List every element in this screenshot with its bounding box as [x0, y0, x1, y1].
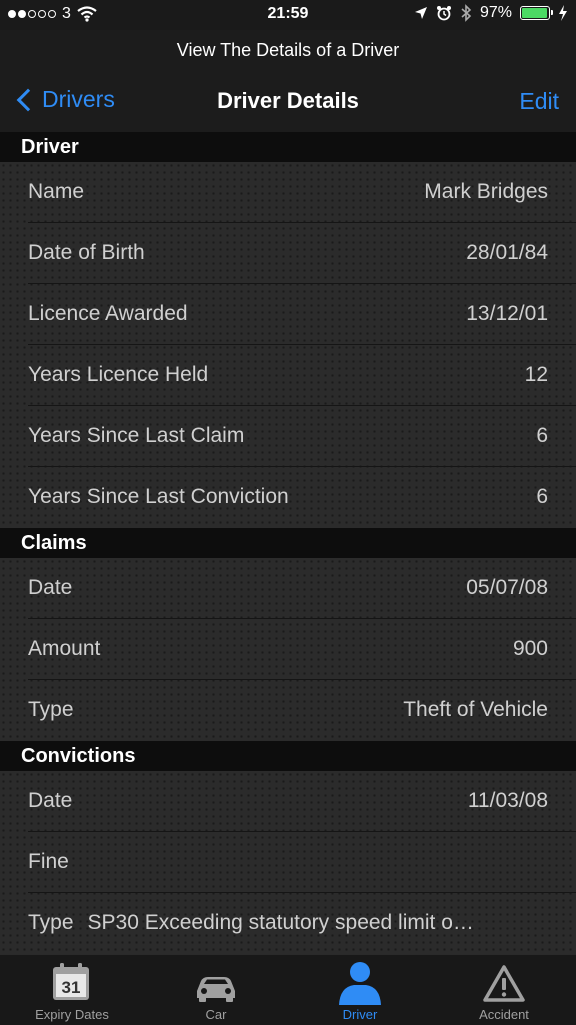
section-claims: Date 05/07/08 Amount 900 Type Theft of V… [0, 558, 576, 741]
row-label: Name [28, 180, 85, 203]
row-date-of-birth: Date of Birth 28/01/84 [0, 223, 576, 284]
battery-percent: 97% [479, 4, 512, 21]
row-value: 6 [536, 424, 548, 447]
row-conviction-type: Type SP30 Exceeding statutory speed limit… [0, 893, 576, 954]
row-value: 6 [536, 485, 548, 508]
row-label: Amount [28, 637, 101, 660]
section-header-driver: Driver [0, 132, 576, 162]
row-label: Date [28, 789, 73, 812]
charging-bolt-icon [559, 5, 567, 21]
tab-car[interactable]: Car [144, 955, 288, 1025]
row-label: Date [28, 576, 73, 599]
person-icon [339, 962, 381, 1005]
row-label: Years Since Last Claim [28, 424, 245, 447]
warning-icon [483, 965, 525, 1002]
row-value: 12 [524, 363, 548, 386]
car-icon [197, 977, 235, 1002]
row-value: Mark Bridges [424, 180, 548, 203]
tab-label: Accident [479, 1007, 529, 1022]
section-driver: Name Mark Bridges Date of Birth 28/01/84… [0, 162, 576, 528]
bluetooth-icon [461, 4, 472, 22]
status-bar: 3 21:59 97% [0, 0, 576, 30]
location-arrow-icon [414, 7, 427, 19]
row-value: 900 [512, 637, 548, 660]
edit-button[interactable]: Edit [519, 88, 559, 115]
row-label-with-inline-value: Type SP30 Exceeding statutory speed limit… [28, 911, 474, 935]
row-value: 11/03/08 [467, 789, 548, 812]
tab-label: Driver [342, 1007, 378, 1022]
status-right: 97% [414, 4, 568, 22]
row-label: Type [28, 911, 74, 934]
calendar-icon: 31 [53, 963, 89, 1000]
row-claim-date: Date 05/07/08 [0, 558, 576, 619]
row-label: Date of Birth [28, 241, 145, 264]
battery-level [522, 8, 548, 18]
row-years-since-last-conviction: Years Since Last Conviction 6 [0, 467, 576, 528]
section-header-claims: Claims [0, 528, 576, 558]
row-value: 05/07/08 [466, 576, 548, 599]
row-value: 13/12/01 [466, 302, 548, 325]
tab-driver[interactable]: Driver [288, 955, 432, 1025]
alarm-clock-icon [436, 6, 451, 21]
row-label: Licence Awarded [28, 302, 188, 325]
tab-expiry-dates[interactable]: 31 Expiry Dates [0, 955, 144, 1025]
row-name: Name Mark Bridges [0, 162, 576, 223]
row-label: Fine [28, 850, 69, 873]
tab-label: Expiry Dates [35, 1007, 109, 1022]
details-table[interactable]: Driver Name Mark Bridges Date of Birth 2… [0, 132, 576, 954]
row-conviction-date: Date 11/03/08 [0, 771, 576, 832]
tab-bar: 31 Expiry Dates Car Driver Accident [0, 954, 576, 1025]
tab-label: Car [205, 1007, 227, 1022]
tab-accident[interactable]: Accident [432, 955, 576, 1025]
calendar-day: 31 [62, 978, 81, 997]
section-convictions: Date 11/03/08 Fine Type SP30 Exceeding st… [0, 771, 576, 954]
row-value: Theft of Vehicle [403, 698, 548, 721]
row-label: Type [28, 698, 74, 721]
row-value: SP30 Exceeding statutory speed limit o… [87, 911, 474, 934]
row-label: Years Since Last Conviction [28, 485, 289, 508]
navigation-bar: Drivers Driver Details Edit [0, 76, 576, 130]
row-conviction-fine: Fine [0, 832, 576, 893]
navigation-prompt: View The Details of a Driver [176, 40, 400, 60]
section-header-convictions: Convictions [0, 741, 576, 771]
row-claim-amount: Amount 900 [0, 619, 576, 680]
row-label: Years Licence Held [28, 363, 209, 386]
row-years-since-last-claim: Years Since Last Claim 6 [0, 406, 576, 467]
battery-icon [520, 6, 553, 20]
row-value: 28/01/84 [466, 241, 548, 264]
row-claim-type: Type Theft of Vehicle [0, 680, 576, 741]
row-licence-awarded: Licence Awarded 13/12/01 [0, 284, 576, 345]
row-years-licence-held: Years Licence Held 12 [0, 345, 576, 406]
page-title: Driver Details [217, 88, 359, 113]
